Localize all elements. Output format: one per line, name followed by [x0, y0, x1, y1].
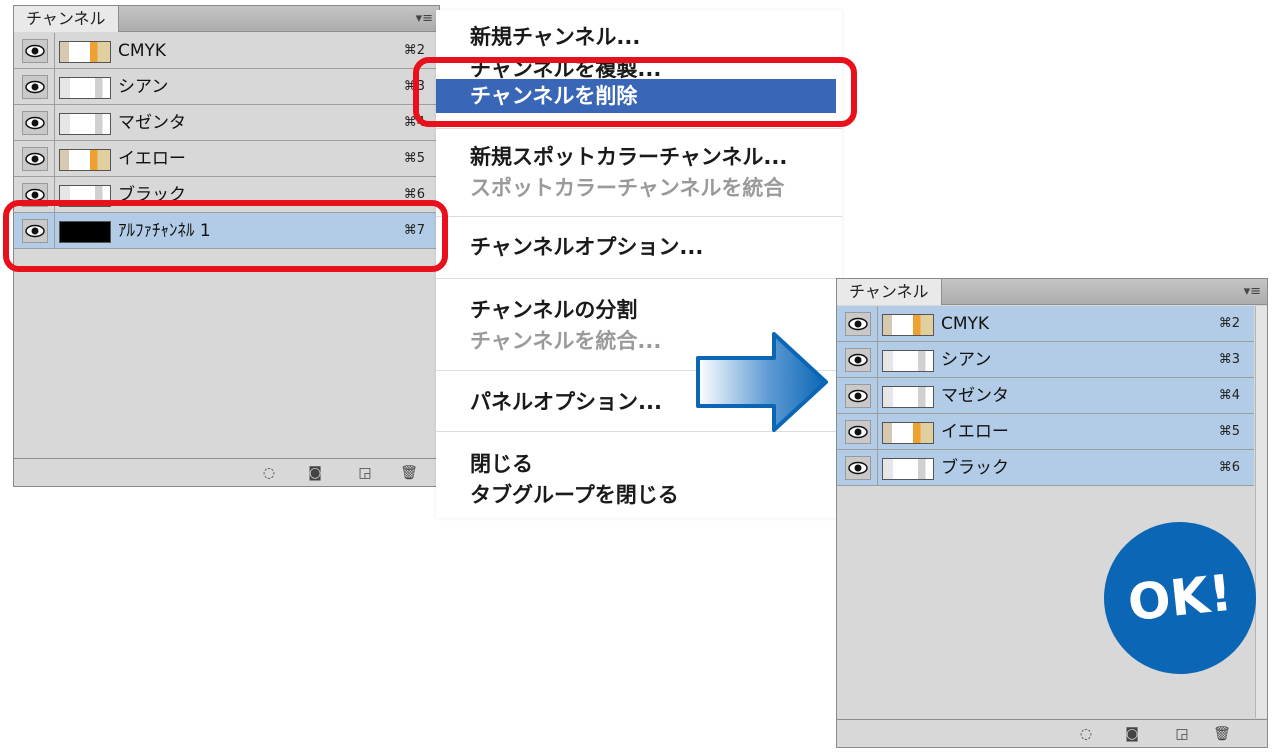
- channel-name: CMYK: [118, 41, 167, 61]
- channel-row-magenta[interactable]: マゼンタ ⌘4: [837, 378, 1254, 414]
- channel-row-black[interactable]: ブラック ⌘6: [837, 450, 1254, 486]
- panel-tabbar: チャンネル ▾≡: [14, 6, 439, 32]
- save-selection-icon[interactable]: ◙: [306, 464, 324, 482]
- channels-panel-after: チャンネル ▾≡ CMYK ⌘2 シアン ⌘3 マゼンタ ⌘4 イエロー ⌘5 …: [836, 278, 1268, 748]
- callout-delete-channel: [413, 57, 857, 127]
- channel-name: CMYK: [941, 314, 990, 334]
- menu-item-split-channels[interactable]: チャンネルの分割: [436, 293, 842, 327]
- channel-thumbnail: [882, 350, 934, 372]
- panel-footer: ◌ ◙ ◲ 🗑: [837, 719, 1267, 747]
- channel-row-cyan[interactable]: シアン ⌘3: [837, 342, 1254, 378]
- load-selection-icon[interactable]: ◌: [260, 464, 278, 482]
- channel-shortcut: ⌘2: [1218, 316, 1240, 331]
- channel-shortcut: ⌘5: [403, 151, 425, 166]
- channel-thumbnail: [59, 41, 111, 63]
- panel-footer: ◌ ◙ ◲ 🗑: [14, 458, 439, 486]
- load-selection-icon[interactable]: ◌: [1077, 725, 1095, 743]
- callout-alpha-channel: [3, 200, 448, 272]
- channel-thumbnail: [59, 113, 111, 135]
- channel-name: シアン: [118, 77, 169, 97]
- channel-shortcut: ⌘6: [1218, 460, 1240, 475]
- channel-name: イエロー: [118, 149, 186, 169]
- channel-row-magenta[interactable]: マゼンタ ⌘4: [14, 105, 439, 141]
- channel-name: シアン: [941, 350, 992, 370]
- panel-tabbar: チャンネル ▾≡: [837, 279, 1267, 305]
- eye-icon[interactable]: [22, 75, 48, 99]
- menu-item-new-spot-channel[interactable]: 新規スポットカラーチャンネル...: [436, 140, 842, 174]
- channel-name: ブラック: [941, 458, 1009, 478]
- channel-thumbnail: [882, 386, 934, 408]
- channel-shortcut: ⌘4: [1218, 388, 1240, 403]
- channel-name: イエロー: [941, 422, 1009, 442]
- channel-row-yellow[interactable]: イエロー ⌘5: [14, 141, 439, 177]
- trash-icon[interactable]: 🗑: [400, 464, 418, 482]
- channel-shortcut: ⌘5: [1218, 424, 1240, 439]
- new-channel-icon[interactable]: ◲: [1173, 725, 1191, 743]
- menu-item-channel-options[interactable]: チャンネルオプション...: [436, 230, 842, 264]
- tab-channels[interactable]: チャンネル: [14, 6, 119, 32]
- channel-list: CMYK ⌘2 シアン ⌘3 マゼンタ ⌘4: [837, 306, 1254, 486]
- eye-icon[interactable]: [845, 348, 871, 372]
- channel-name: マゼンタ: [118, 113, 186, 133]
- right-arrow-icon: [696, 332, 828, 432]
- eye-icon[interactable]: [22, 111, 48, 135]
- eye-icon[interactable]: [22, 147, 48, 171]
- trash-icon[interactable]: 🗑: [1213, 725, 1231, 743]
- panel-menu-icon[interactable]: ▾≡: [1244, 284, 1261, 299]
- channel-thumbnail: [59, 149, 111, 171]
- channel-row-cmyk[interactable]: CMYK ⌘2: [837, 306, 1254, 342]
- channel-row-yellow[interactable]: イエロー ⌘5: [837, 414, 1254, 450]
- channel-shortcut: ⌘3: [1218, 352, 1240, 367]
- scrollbar[interactable]: [1255, 306, 1267, 718]
- eye-icon[interactable]: [845, 384, 871, 408]
- channel-thumbnail: [59, 77, 111, 99]
- menu-item-merge-spot-channel: スポットカラーチャンネルを統合: [470, 176, 785, 200]
- channel-thumbnail: [882, 422, 934, 444]
- channel-row-cyan[interactable]: シアン ⌘3: [14, 69, 439, 105]
- eye-icon[interactable]: [845, 456, 871, 480]
- new-channel-icon[interactable]: ◲: [356, 464, 374, 482]
- eye-icon[interactable]: [22, 39, 48, 63]
- menu-item-new-channel[interactable]: 新規チャンネル...: [436, 20, 842, 54]
- save-selection-icon[interactable]: ◙: [1123, 725, 1141, 743]
- eye-icon[interactable]: [845, 420, 871, 444]
- menu-item-close[interactable]: 閉じる: [436, 447, 842, 481]
- channel-row-cmyk[interactable]: CMYK ⌘2: [14, 33, 439, 69]
- tab-channels[interactable]: チャンネル: [837, 279, 942, 305]
- channel-thumbnail: [882, 314, 934, 336]
- menu-item-close-tab-group[interactable]: タブグループを閉じる: [436, 478, 842, 512]
- panel-menu-icon[interactable]: ▾≡: [416, 11, 433, 26]
- eye-icon[interactable]: [845, 312, 871, 336]
- channel-name: マゼンタ: [941, 386, 1009, 406]
- channel-thumbnail: [882, 458, 934, 480]
